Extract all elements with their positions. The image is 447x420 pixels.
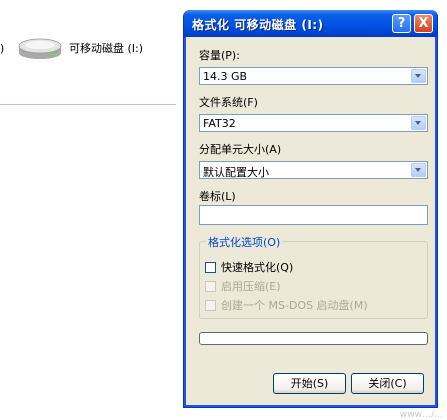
help-icon: ? — [397, 16, 406, 31]
close-window-button[interactable]: X — [414, 14, 433, 33]
capacity-select[interactable]: 14.3 GB — [199, 67, 428, 85]
msdos-disk-checkbox — [205, 299, 216, 311]
chevron-down-icon[interactable] — [411, 116, 426, 130]
chevron-down-icon[interactable] — [411, 163, 426, 177]
format-options-group: 格式化选项(O) 快速格式化(Q) 启用压缩(E) 创建一个 MS-DOS 启动… — [199, 234, 428, 319]
start-button[interactable]: 开始(S) — [273, 373, 346, 394]
removable-drive-icon — [18, 38, 62, 59]
drive-label: 可移动磁盘 (I:) — [69, 42, 144, 55]
chevron-down-icon[interactable] — [411, 69, 426, 83]
allocation-value: 默认配置大小 — [203, 166, 269, 179]
msdos-disk-option: 创建一个 MS-DOS 启动盘(M) — [205, 297, 368, 313]
quick-format-checkbox[interactable] — [205, 261, 216, 273]
filesystem-value: FAT32 — [203, 117, 236, 130]
removable-drive-item[interactable]: 可移动磁盘 (I:) — [17, 34, 143, 62]
quick-format-label: 快速格式化(Q) — [221, 261, 294, 274]
capacity-value: 14.3 GB — [203, 70, 248, 83]
allocation-label: 分配单元大小(A) — [199, 143, 282, 156]
truncated-item-text: ) — [0, 42, 5, 55]
allocation-select[interactable]: 默认配置大小 — [199, 161, 428, 179]
format-dialog: 格式化 可移动磁盘 (I:) ? X 容量(P): 14.3 GB 文件系统(F… — [183, 10, 438, 408]
format-progress-bar — [199, 332, 428, 345]
close-button[interactable]: 关闭(C) — [351, 373, 424, 394]
quick-format-option[interactable]: 快速格式化(Q) — [205, 259, 293, 275]
dialog-titlebar[interactable]: 格式化 可移动磁盘 (I:) ? X — [184, 10, 437, 37]
msdos-disk-label: 创建一个 MS-DOS 启动盘(M) — [221, 299, 368, 312]
help-button[interactable]: ? — [392, 14, 411, 33]
filesystem-label: 文件系统(F) — [199, 96, 258, 109]
background-divider — [0, 104, 176, 105]
compression-checkbox — [205, 280, 216, 292]
compression-option: 启用压缩(E) — [205, 278, 281, 294]
close-icon: X — [418, 16, 429, 31]
volume-label: 卷标(L) — [199, 190, 236, 203]
compression-label: 启用压缩(E) — [221, 280, 281, 293]
filesystem-select[interactable]: FAT32 — [199, 114, 428, 132]
format-options-legend: 格式化选项(O) — [206, 234, 283, 250]
volume-input[interactable] — [199, 205, 428, 225]
capacity-label: 容量(P): — [199, 49, 240, 62]
watermark: www…/… — [399, 410, 443, 420]
dialog-title: 格式化 可移动磁盘 (I:) — [192, 18, 324, 32]
